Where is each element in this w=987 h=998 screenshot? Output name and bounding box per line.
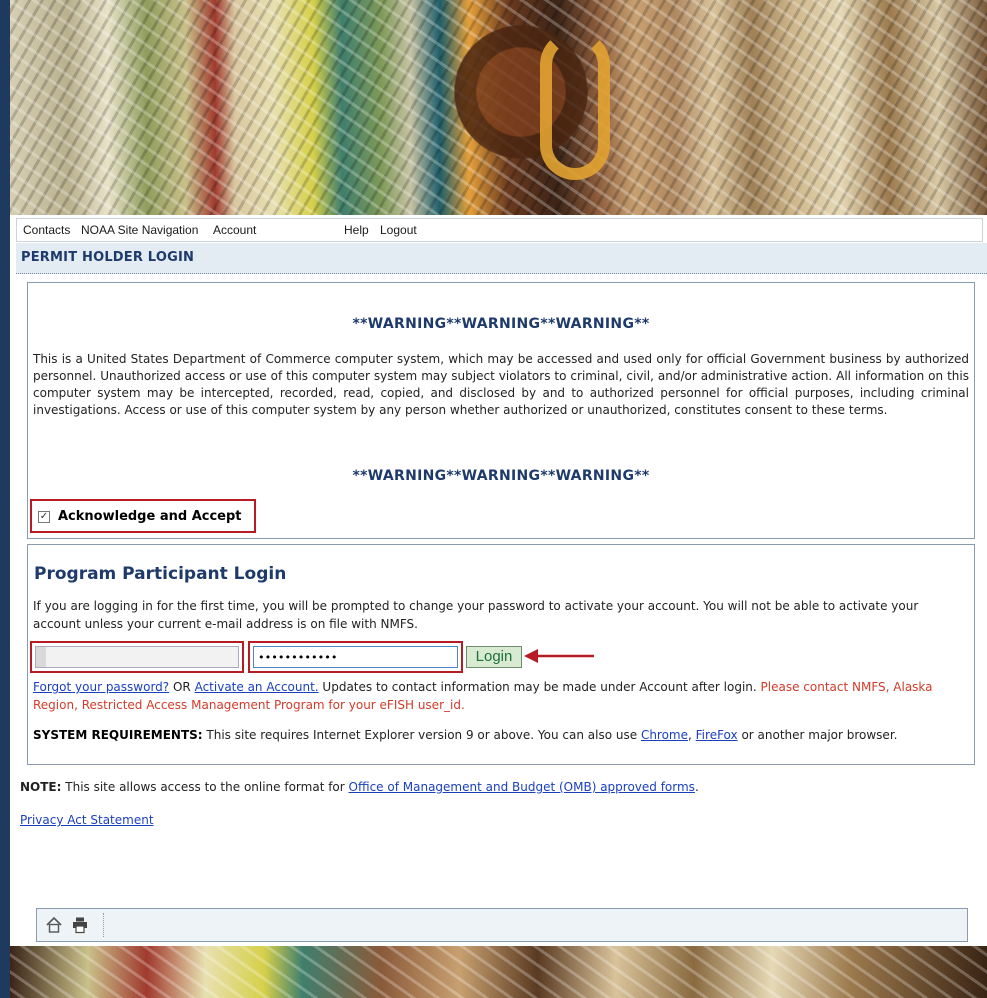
nav-item-help[interactable]: Help — [344, 223, 369, 237]
or-text: OR — [169, 680, 195, 694]
chrome-link[interactable]: Chrome — [641, 728, 688, 742]
page-title: PERMIT HOLDER LOGIN — [21, 250, 195, 265]
password-input[interactable] — [253, 646, 458, 668]
system-requirements-label: SYSTEM REQUIREMENTS: — [33, 728, 203, 742]
login-button[interactable]: Login — [466, 646, 522, 668]
warning-heading-top: **WARNING**WARNING**WARNING** — [352, 316, 650, 332]
arrow-left-icon — [524, 649, 594, 663]
acknowledge-accept-label[interactable]: Acknowledge and Accept — [58, 509, 242, 524]
warning-heading-bottom: **WARNING**WARNING**WARNING** — [352, 468, 650, 484]
system-requirements-end: or another major browser. — [737, 728, 898, 742]
nav-item-contacts[interactable]: Contacts — [23, 223, 70, 237]
forgot-password-link[interactable]: Forgot your password? — [33, 680, 169, 694]
nav-item-logout[interactable]: Logout — [380, 223, 417, 237]
checkbox-checked-icon[interactable]: ✓ — [38, 511, 50, 523]
footer-banner-image — [10, 946, 987, 998]
note-label: NOTE: — [20, 780, 62, 794]
home-icon[interactable] — [45, 916, 63, 934]
privacy-act-link[interactable]: Privacy Act Statement — [20, 813, 154, 827]
acknowledge-accept-checkbox[interactable]: ✓ Acknowledge and Accept — [30, 499, 256, 533]
omb-forms-link[interactable]: Office of Management and Budget (OMB) ap… — [349, 780, 695, 794]
page-title-bar: PERMIT HOLDER LOGIN — [16, 243, 987, 274]
username-input[interactable] — [35, 646, 239, 668]
username-field-highlight — [30, 641, 244, 673]
note-line: NOTE: This site allows access to the onl… — [20, 780, 699, 794]
footer-toolbar — [36, 908, 968, 942]
note-end: . — [694, 780, 699, 794]
header-banner-image — [10, 0, 987, 215]
login-help-text: Forgot your password? OR Activate an Acc… — [33, 678, 969, 714]
system-requirements: SYSTEM REQUIREMENTS: This site requires … — [33, 726, 969, 744]
note-text: This site allows access to the online fo… — [61, 780, 349, 794]
toolbar-divider — [103, 913, 104, 937]
firefox-link[interactable]: FireFox — [696, 728, 738, 742]
nav-item-account[interactable]: Account — [213, 223, 256, 237]
login-panel: Program Participant Login If you are log… — [27, 544, 975, 765]
system-requirements-text: This site requires Internet Explorer ver… — [202, 728, 641, 742]
updates-text: Updates to contact information may be ma… — [318, 680, 761, 694]
print-icon[interactable] — [71, 916, 89, 934]
login-description: If you are logging in for the first time… — [33, 599, 919, 631]
warning-body-text: This is a United States Department of Co… — [33, 352, 969, 417]
activate-account-link[interactable]: Activate an Account. — [195, 680, 319, 694]
nav-item-noaa-site-navigation[interactable]: NOAA Site Navigation — [81, 223, 198, 237]
warning-panel: **WARNING**WARNING**WARNING** This is a … — [27, 282, 975, 539]
top-navigation: Contacts NOAA Site Navigation Account He… — [16, 218, 983, 242]
password-field-highlight — [248, 641, 463, 673]
hook-graphic — [540, 30, 610, 180]
comma-text: , — [688, 728, 696, 742]
login-title: Program Participant Login — [34, 564, 287, 584]
